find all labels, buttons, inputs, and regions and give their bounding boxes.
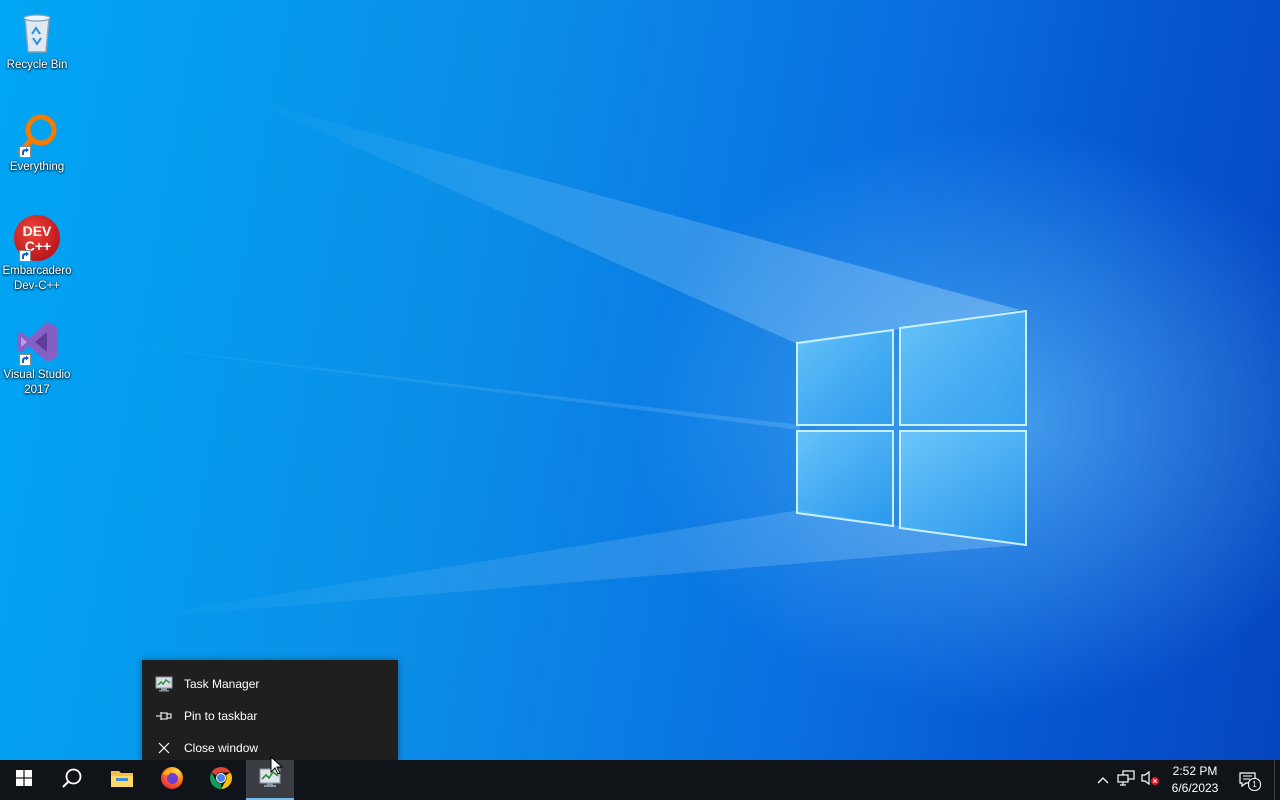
visual-studio-icon — [13, 318, 61, 366]
windows-start-icon — [16, 769, 32, 791]
firefox-button[interactable] — [148, 760, 196, 800]
taskbar-jump-list-menu: Task Manager Pin to taskbar Close window — [142, 660, 398, 760]
clock-date: 6/6/2023 — [1171, 781, 1219, 795]
desktop-icon-recycle-bin[interactable]: Recycle Bin — [0, 8, 74, 73]
notification-icon: 1 — [1238, 771, 1261, 791]
search-icon — [61, 767, 83, 794]
taskbar-clock[interactable]: 2:52 PM 6/6/2023 — [1164, 763, 1226, 797]
task-manager-icon — [142, 676, 184, 692]
desktop-icon-label: Embarcadero Dev-C++ — [0, 264, 74, 294]
volume-muted-icon — [1140, 770, 1160, 791]
menu-item-label: Task Manager — [184, 677, 260, 691]
desktop-icon-everything[interactable]: Everything — [0, 110, 74, 175]
search-button[interactable] — [48, 760, 96, 800]
pin-icon — [142, 710, 184, 722]
network-status-button[interactable] — [1116, 769, 1136, 791]
desktop[interactable]: Recycle Bin Everything DEV C++ Embarcade… — [0, 0, 1280, 760]
everything-search-icon — [13, 110, 61, 158]
shortcut-arrow-icon — [19, 250, 31, 262]
recycle-bin-icon — [13, 8, 61, 56]
desktop-icon-label: Recycle Bin — [6, 59, 68, 71]
desktop-icon-label-line: Embarcadero — [2, 265, 72, 277]
desktop-icon-label-line: Visual Studio — [3, 369, 71, 381]
menu-item-label: Close window — [184, 741, 259, 755]
desktop-icon-visual-studio[interactable]: Visual Studio 2017 — [0, 318, 74, 398]
windows-logo-wallpaper — [796, 309, 1027, 547]
shortcut-arrow-icon — [19, 354, 31, 366]
menu-item-label: Pin to taskbar — [184, 709, 258, 723]
desktop-icon-label: Everything — [9, 161, 65, 173]
mouse-cursor-icon — [270, 756, 284, 775]
show-desktop-button[interactable] — [1274, 760, 1280, 800]
show-hidden-icons-button[interactable] — [1093, 770, 1113, 790]
file-explorer-button[interactable] — [98, 760, 146, 800]
volume-button[interactable] — [1140, 770, 1160, 790]
menu-item-pin-to-taskbar[interactable]: Pin to taskbar — [142, 700, 398, 732]
shortcut-arrow-icon — [19, 146, 31, 158]
chrome-button[interactable] — [197, 760, 245, 800]
start-button[interactable] — [0, 760, 48, 800]
desktop-icon-label: Visual Studio 2017 — [0, 368, 74, 398]
chevron-up-icon — [1097, 771, 1109, 789]
close-icon — [142, 742, 184, 754]
desktop-icon-dev-cpp[interactable]: DEV C++ Embarcadero Dev-C++ — [0, 214, 74, 294]
clock-time: 2:52 PM — [1172, 764, 1218, 778]
chrome-icon — [209, 766, 233, 795]
action-center-button[interactable]: 1 — [1237, 770, 1261, 791]
firefox-icon — [160, 766, 184, 795]
folder-icon — [110, 768, 134, 793]
notification-count-badge: 1 — [1248, 778, 1261, 791]
desktop-icon-label-line: Dev-C++ — [13, 280, 61, 292]
network-icon — [1117, 769, 1135, 791]
dev-cpp-logo-text-1: DEV — [23, 223, 52, 239]
taskbar: 2:52 PM 6/6/2023 1 — [0, 760, 1280, 800]
dev-cpp-icon: DEV C++ — [13, 214, 61, 262]
menu-item-task-manager[interactable]: Task Manager — [142, 668, 398, 700]
desktop-icon-label-line: 2017 — [24, 384, 50, 396]
